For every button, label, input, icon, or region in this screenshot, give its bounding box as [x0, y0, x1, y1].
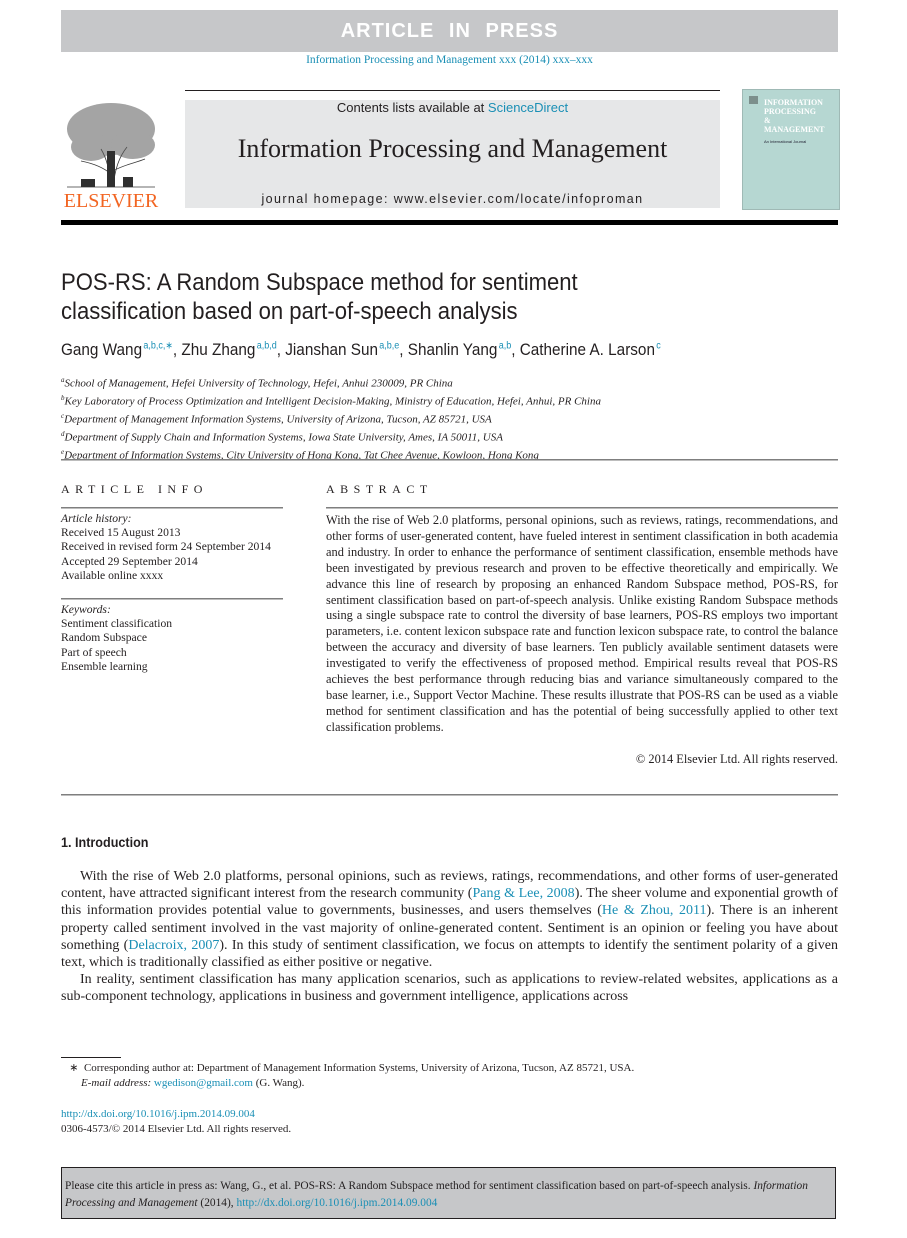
keywords-rule	[61, 598, 283, 600]
history-item: Received in revised form 24 September 20…	[61, 540, 271, 554]
article-title: POS-RS: A Random Subspace method for sen…	[61, 269, 578, 325]
contents-prefix: Contents lists available at	[336, 100, 488, 115]
author-name: Jianshan Sun	[285, 340, 378, 359]
cover-title-line: PROCESSING	[764, 107, 817, 116]
author-affiliation-link[interactable]: a,b,c,∗	[143, 340, 173, 351]
article-info-rule	[61, 507, 283, 509]
doi-link[interactable]: http://dx.doi.org/10.1016/j.ipm.2014.09.…	[61, 1108, 255, 1120]
paragraph: In reality, sentiment classification has…	[61, 972, 838, 1005]
journal-reference-link[interactable]: Information Processing and Management xx…	[61, 54, 838, 66]
author-name: Shanlin Yang	[407, 340, 498, 359]
author-name: Zhu Zhang	[181, 340, 256, 359]
affiliation-item: aSchool of Management, Hefei University …	[61, 373, 761, 391]
email-link[interactable]: wgedison@gmail.com	[154, 1077, 253, 1089]
article-in-press-banner: ARTICLE IN PRESS	[61, 10, 838, 52]
section-divider	[61, 459, 838, 461]
history-item: Accepted 29 September 2014	[61, 554, 198, 568]
author-name: Catherine A. Larson	[519, 340, 655, 359]
homepage-url-link[interactable]: www.elsevier.com/locate/infoproman	[394, 192, 644, 206]
author-affiliation-link[interactable]: a,b	[499, 340, 512, 351]
article-history: Article history: Received 15 August 2013…	[61, 512, 291, 583]
history-item: Received 15 August 2013	[61, 526, 181, 540]
section-heading-introduction: 1. Introduction	[61, 834, 149, 850]
history-item: Available online xxxx	[61, 568, 164, 582]
keywords: Keywords: Sentiment classification Rando…	[61, 603, 291, 674]
footnote-text: Corresponding author at: Department of M…	[83, 1062, 635, 1074]
citation-year: (2014),	[197, 1195, 237, 1209]
email-suffix: (G. Wang).	[252, 1077, 305, 1089]
footnote-rule	[61, 1057, 121, 1058]
email-label: E-mail address:	[81, 1077, 152, 1089]
affiliation-item: dDepartment of Supply Chain and Informat…	[61, 427, 761, 445]
cover-title-line: &	[764, 116, 771, 125]
citation-text: Please cite this article in press as: Wa…	[65, 1178, 754, 1192]
citation-box: Please cite this article in press as: Wa…	[61, 1167, 836, 1219]
author-list: Gang Wang a,b,c,∗, Zhu Zhang a,b,d, Jian…	[61, 340, 661, 359]
banner-label: ARTICLE IN PRESS	[340, 19, 559, 42]
citation-doi-link[interactable]: http://dx.doi.org/10.1016/j.ipm.2014.09.…	[237, 1195, 438, 1209]
affiliations: aSchool of Management, Hefei University …	[61, 373, 761, 463]
abstract-copyright: © 2014 Elsevier Ltd. All rights reserved…	[635, 752, 838, 766]
article-history-label: Article history:	[61, 512, 132, 525]
keyword-item: Ensemble learning	[61, 659, 148, 673]
paragraph: With the rise of Web 2.0 platforms, pers…	[61, 868, 838, 971]
cover-title-line: INFORMATION	[764, 98, 823, 107]
citation-link[interactable]: Pang & Lee, 2008	[472, 886, 574, 901]
affiliation-text: School of Management, Hefei University o…	[64, 377, 453, 390]
affiliation-item: cDepartment of Management Information Sy…	[61, 409, 761, 427]
journal-title: Information Processing and Management	[237, 134, 668, 163]
affiliation-text: Department of Supply Chain and Informati…	[64, 431, 503, 444]
affiliation-item: bKey Laboratory of Process Optimization …	[61, 391, 761, 409]
keyword-item: Part of speech	[61, 645, 127, 659]
masthead-thick-rule	[61, 220, 838, 225]
homepage-prefix: journal homepage:	[261, 192, 394, 206]
abstract-rule	[326, 507, 838, 509]
keyword-item: Sentiment classification	[61, 617, 173, 631]
article-info-heading: ARTICLE INFO	[61, 482, 208, 496]
section-divider	[61, 794, 838, 796]
cover-title-line: MANAGEMENT	[764, 125, 825, 134]
sciencedirect-link[interactable]: ScienceDirect	[488, 100, 568, 115]
author-affiliation-link[interactable]: a,b,e	[379, 340, 399, 351]
cover-publisher-icon	[749, 96, 758, 104]
doi-block: http://dx.doi.org/10.1016/j.ipm.2014.09.…	[61, 1107, 291, 1137]
footnote: ∗ Corresponding author at: Department of…	[61, 1061, 838, 1091]
affiliation-text: Key Laboratory of Process Optimization a…	[64, 395, 602, 408]
abstract-heading: ABSTRACT	[326, 482, 433, 496]
keyword-item: Random Subspace	[61, 631, 147, 645]
contents-line: Contents lists available at ScienceDirec…	[185, 100, 720, 115]
issn-copyright: 0306-4573/© 2014 Elsevier Ltd. All right…	[61, 1123, 292, 1135]
affiliation-text: Department of Management Information Sys…	[64, 413, 492, 426]
introduction-body: With the rise of Web 2.0 platforms, pers…	[61, 868, 838, 1006]
masthead-rule	[185, 90, 720, 91]
author-affiliation-link[interactable]: c	[656, 340, 661, 351]
cover-subtitle: An International Journal	[764, 139, 807, 144]
email-line: E-mail address: wgedison@gmail.com (G. W…	[61, 1076, 838, 1091]
journal-homepage: journal homepage: www.elsevier.com/locat…	[185, 192, 720, 206]
elsevier-wordmark[interactable]: ELSEVIER	[61, 190, 161, 213]
author-name: Gang Wang	[61, 340, 143, 359]
author-affiliation-link[interactable]: a,b,d	[257, 340, 277, 351]
footnote-marker: ∗	[69, 1062, 79, 1074]
cover-title: INFORMATION PROCESSING & MANAGEMENT	[764, 98, 838, 134]
corresponding-author-note: ∗ Corresponding author at: Department of…	[61, 1061, 838, 1076]
journal-cover-thumbnail[interactable]: INFORMATION PROCESSING & MANAGEMENT An I…	[742, 89, 840, 210]
abstract-text: With the rise of Web 2.0 platforms, pers…	[326, 513, 838, 734]
keywords-label: Keywords:	[61, 603, 111, 616]
citation-link[interactable]: Delacroix, 2007	[128, 938, 219, 953]
citation-link[interactable]: He & Zhou, 2011	[602, 903, 707, 918]
